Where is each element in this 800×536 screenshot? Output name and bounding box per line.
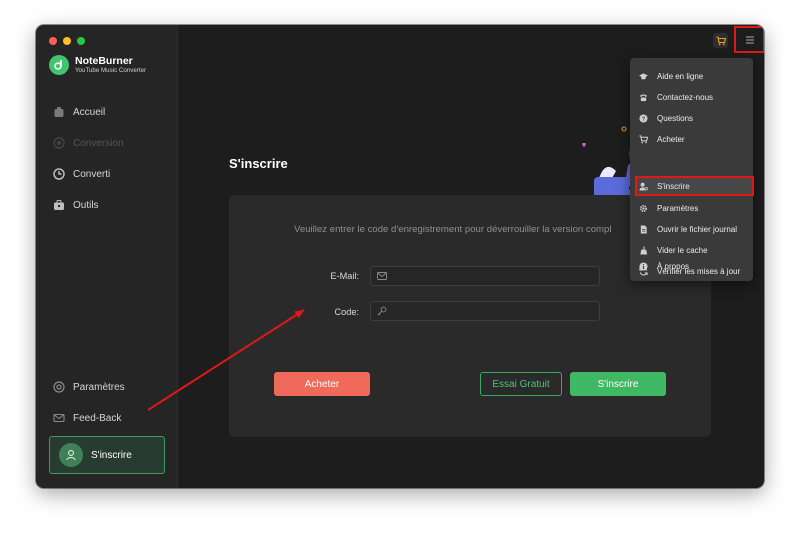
main-menu-dropdown: Aide en ligne Contactez-nous ? Questions… [630, 58, 754, 281]
file-icon [640, 224, 647, 234]
sidebar-register-label: S'inscrire [91, 449, 132, 461]
clock-icon [53, 168, 65, 180]
mail-icon [53, 413, 65, 423]
menu-item-questions[interactable]: ? Questions [630, 108, 753, 128]
code-field[interactable] [370, 301, 600, 321]
info-icon [639, 261, 648, 271]
buy-button[interactable]: Acheter [274, 372, 370, 396]
menu-item-label: Questions [657, 113, 694, 123]
code-label: Code: [334, 307, 359, 317]
email-input[interactable] [393, 270, 587, 282]
cart-icon [639, 134, 648, 143]
home-icon [54, 107, 64, 117]
cart-button[interactable] [713, 33, 728, 48]
toolbox-icon [54, 200, 64, 210]
menu-button[interactable] [734, 26, 764, 53]
sidebar-settings[interactable]: Paramètres [53, 379, 125, 395]
window-controls [49, 37, 85, 45]
sidebar-item-label: Outils [73, 199, 99, 211]
broom-icon [640, 245, 648, 255]
sidebar-item-conversion[interactable]: Conversion [53, 135, 124, 151]
menu-item-label: Aide en ligne [657, 71, 704, 81]
page-title: S'inscrire [229, 156, 288, 171]
question-icon: ? [639, 113, 648, 122]
cart-icon [716, 35, 726, 45]
menu-item-register[interactable]: S'inscrire [635, 176, 754, 196]
menu-item-about[interactable]: À propos [630, 256, 753, 276]
menu-item-settings[interactable]: Paramètres [630, 198, 753, 218]
menu-item-label: Acheter [657, 134, 685, 144]
close-window-button[interactable] [49, 37, 57, 45]
hamburger-icon [745, 36, 754, 43]
conversion-icon [53, 137, 65, 149]
app-subtitle: YouTube Music Converter [75, 67, 147, 74]
phone-icon [639, 93, 648, 101]
app-logo: NoteBurner YouTube Music Converter [49, 55, 146, 75]
email-label: E-Mail: [330, 271, 359, 281]
maximize-window-button[interactable] [77, 37, 85, 45]
key-icon [377, 306, 387, 316]
envelope-icon [377, 272, 387, 280]
gear-icon [639, 204, 648, 212]
menu-item-open-log[interactable]: Ouvrir le fichier journal [630, 219, 753, 239]
menu-item-label: À propos [657, 261, 690, 271]
user-icon [66, 450, 76, 461]
sidebar-register-button[interactable]: S'inscrire [49, 436, 165, 474]
app-name: NoteBurner [75, 55, 133, 67]
sidebar-item-outils[interactable]: Outils [53, 197, 99, 213]
minimize-window-button[interactable] [63, 37, 71, 45]
menu-item-label: Ouvrir le fichier journal [657, 224, 738, 234]
email-field[interactable] [370, 266, 600, 286]
svg-text:?: ? [642, 116, 646, 122]
noteburner-logo-icon [49, 55, 69, 75]
menu-item-contact[interactable]: Contactez-nous [630, 87, 753, 107]
sidebar-feedback[interactable]: Feed-Back [53, 410, 121, 426]
user-key-icon [639, 182, 648, 191]
free-trial-button[interactable]: Essai Gratuit [480, 372, 562, 396]
graduation-cap-icon [639, 72, 648, 79]
menu-item-label: Vider le cache [657, 245, 708, 255]
menu-item-online-help[interactable]: Aide en ligne [630, 66, 753, 86]
sidebar-item-label: Converti [73, 168, 111, 180]
register-button[interactable]: S'inscrire [570, 372, 666, 396]
menu-item-label: S'inscrire [657, 181, 690, 191]
avatar [59, 443, 83, 467]
sidebar-item-converti[interactable]: Converti [53, 166, 110, 182]
sidebar: NoteBurner YouTube Music Converter Accue… [36, 25, 178, 488]
sidebar-feedback-label: Feed-Back [73, 412, 122, 424]
menu-item-label: Paramètres [657, 203, 699, 213]
code-input[interactable] [393, 305, 587, 317]
menu-item-label: Contactez-nous [657, 92, 714, 102]
sidebar-item-label: Conversion [73, 137, 124, 149]
settings-icon [53, 381, 65, 393]
sidebar-item-label: Accueil [73, 106, 106, 118]
register-description: Veuillez entrer le code d'enregistrement… [294, 224, 612, 235]
menu-item-buy[interactable]: Acheter [630, 129, 753, 149]
sidebar-settings-label: Paramètres [73, 381, 125, 393]
sidebar-item-accueil[interactable]: Accueil [53, 104, 105, 120]
register-illustration [582, 126, 638, 201]
